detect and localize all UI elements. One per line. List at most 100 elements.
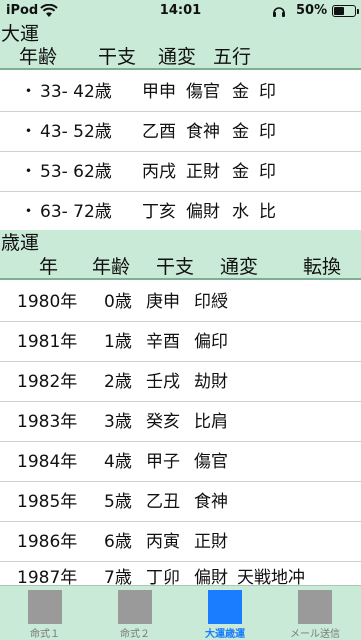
- taiun-gogyo1: 金: [232, 122, 249, 142]
- saiun-col-year: 年: [39, 256, 59, 278]
- saiun-year: 1984年: [17, 452, 78, 472]
- taiun-row[interactable]: ・ 43- 52歳 乙酉 食神 金 印: [0, 112, 361, 152]
- taiun-gogyo1: 金: [232, 82, 249, 102]
- saiun-kanshi: 丙寅: [146, 532, 180, 552]
- saiun-age: 3歳: [104, 412, 132, 432]
- taiun-gogyo2: 比: [259, 202, 276, 222]
- saiun-col-tsuhen: 通変: [220, 256, 259, 278]
- saiun-tsuhen: 劫財: [194, 372, 228, 392]
- taiun-tsuhen: 偏財: [186, 202, 220, 222]
- taiun-tsuhen: 食神: [186, 122, 220, 142]
- saiun-kanshi: 丁卯: [146, 568, 180, 585]
- saiun-row[interactable]: 1981年 1歳 辛酉 偏印: [0, 322, 361, 362]
- meishiki2-icon: [118, 590, 152, 624]
- saiun-age: 6歳: [104, 532, 132, 552]
- saiun-col-kanshi: 干支: [156, 256, 195, 278]
- taiun-age: 43- 52歳: [40, 122, 112, 142]
- taiun-gogyo1: 金: [232, 162, 249, 182]
- saiun-kanshi: 癸亥: [146, 412, 180, 432]
- saiun-row[interactable]: 1983年 3歳 癸亥 比肩: [0, 402, 361, 442]
- tab-meishiki2[interactable]: 命式２: [90, 586, 180, 640]
- battery-level: [334, 7, 344, 15]
- taiun-gogyo2: 印: [259, 122, 276, 142]
- taiun-tsuhen: 正財: [186, 162, 220, 182]
- tab-bar: 命式１ 命式２ 大運歳運 メール送信: [0, 585, 361, 640]
- taiun-age: 63- 72歳: [40, 202, 112, 222]
- saiun-kanshi: 甲子: [146, 452, 180, 472]
- tab-taiun-saiun[interactable]: 大運歳運: [180, 586, 270, 640]
- saiun-age: 5歳: [104, 492, 132, 512]
- taiun-col-gogyo: 五行: [213, 46, 252, 68]
- saiun-year: 1983年: [17, 412, 78, 432]
- tab-meishiki1[interactable]: 命式１: [0, 586, 90, 640]
- taiun-col-tsuhen: 通変: [158, 46, 197, 68]
- mail-send-icon: [298, 590, 332, 624]
- saiun-row[interactable]: 1985年 5歳 乙丑 食神: [0, 482, 361, 522]
- taiun-age: 53- 62歳: [40, 162, 112, 182]
- saiun-tsuhen: 傷官: [194, 452, 228, 472]
- row-bullet: ・: [20, 202, 37, 222]
- tab-label: メール送信: [290, 629, 340, 640]
- tab-label: 大運歳運: [205, 629, 245, 640]
- taiun-row[interactable]: ・ 33- 42歳 甲申 傷官 金 印: [0, 72, 361, 112]
- taiun-kanshi: 丁亥: [142, 202, 176, 222]
- saiun-row[interactable]: 1980年 0歳 庚申 印綬: [0, 282, 361, 322]
- saiun-col-tenkan: 転換: [303, 256, 342, 278]
- saiun-col-age: 年齢: [92, 256, 131, 278]
- saiun-tsuhen: 正財: [194, 532, 228, 552]
- taiun-kanshi: 乙酉: [142, 122, 176, 142]
- tab-label: 命式１: [30, 629, 60, 640]
- saiun-year: 1980年: [17, 292, 78, 312]
- taiun-tsuhen: 傷官: [186, 82, 220, 102]
- taiun-row[interactable]: ・ 53- 62歳 丙戌 正財 金 印: [0, 152, 361, 192]
- saiun-age: 0歳: [104, 292, 132, 312]
- saiun-tsuhen: 偏財: [194, 568, 228, 585]
- saiun-tsuhen: 比肩: [194, 412, 228, 432]
- taiun-row[interactable]: ・ 63- 72歳 丁亥 偏財 水 比: [0, 192, 361, 230]
- taiun-gogyo1: 水: [232, 202, 249, 222]
- saiun-row[interactable]: 1987年 7歳 丁卯 偏財 天戦地冲: [0, 562, 361, 585]
- status-bar: iPod 14:01 50%: [0, 0, 361, 22]
- saiun-year: 1986年: [17, 532, 78, 552]
- taiun-kanshi: 丙戌: [142, 162, 176, 182]
- saiun-tsuhen: 偏印: [194, 332, 228, 352]
- tab-label: 命式２: [120, 629, 150, 640]
- saiun-kanshi: 壬戌: [146, 372, 180, 392]
- taiun-gogyo2: 印: [259, 162, 276, 182]
- headphones-icon: [273, 7, 285, 17]
- saiun-kanshi: 乙丑: [146, 492, 180, 512]
- saiun-year: 1981年: [17, 332, 78, 352]
- taiun-age: 33- 42歳: [40, 82, 112, 102]
- saiun-age: 2歳: [104, 372, 132, 392]
- taiun-saiun-icon: [208, 590, 242, 624]
- battery-percent: 50%: [296, 3, 328, 18]
- saiun-row[interactable]: 1982年 2歳 壬戌 劫財: [0, 362, 361, 402]
- saiun-kanshi: 辛酉: [146, 332, 180, 352]
- saiun-row[interactable]: 1984年 4歳 甲子 傷官: [0, 442, 361, 482]
- battery-tip: [357, 9, 359, 14]
- taiun-gogyo2: 印: [259, 82, 276, 102]
- tab-mail-send[interactable]: メール送信: [270, 586, 360, 640]
- taiun-title: 大運: [1, 23, 40, 45]
- saiun-age: 1歳: [104, 332, 132, 352]
- saiun-age: 7歳: [104, 568, 132, 585]
- saiun-tenkan: 天戦地冲: [237, 568, 305, 585]
- saiun-year: 1985年: [17, 492, 78, 512]
- saiun-year: 1982年: [17, 372, 78, 392]
- taiun-col-age: 年齢: [19, 46, 58, 68]
- taiun-header: 大運 年齢 干支 通変 五行: [0, 22, 361, 70]
- saiun-tsuhen: 食神: [194, 492, 228, 512]
- taiun-kanshi: 甲申: [142, 82, 176, 102]
- saiun-year: 1987年: [17, 568, 78, 585]
- saiun-age: 4歳: [104, 452, 132, 472]
- saiun-row[interactable]: 1986年 6歳 丙寅 正財: [0, 522, 361, 562]
- row-bullet: ・: [20, 82, 37, 102]
- saiun-header: 歳運 年 年齢 干支 通変 転換: [0, 230, 361, 280]
- meishiki1-icon: [28, 590, 62, 624]
- battery-icon: [332, 5, 356, 17]
- taiun-col-kanshi: 干支: [98, 46, 137, 68]
- row-bullet: ・: [20, 162, 37, 182]
- saiun-tsuhen: 印綬: [194, 292, 228, 312]
- row-bullet: ・: [20, 122, 37, 142]
- saiun-title: 歳運: [1, 232, 40, 254]
